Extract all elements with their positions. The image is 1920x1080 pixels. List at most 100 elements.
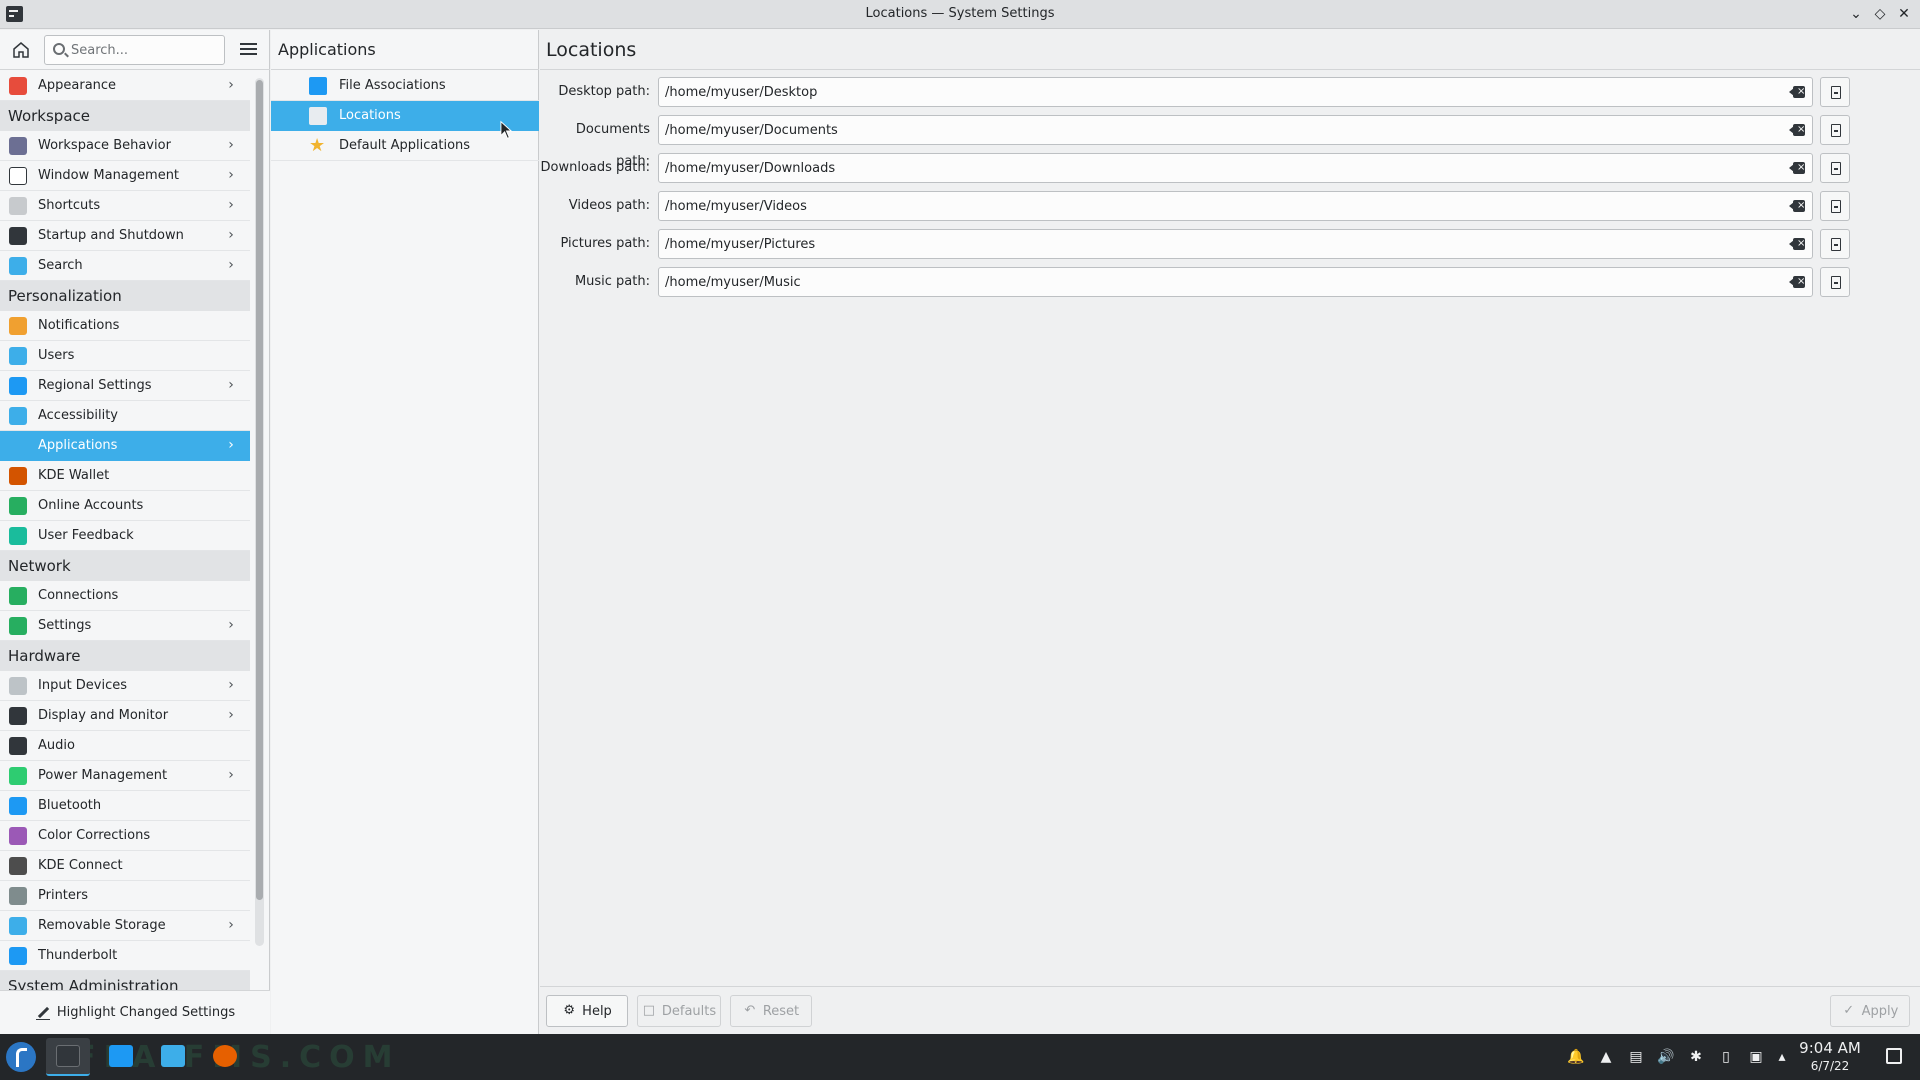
minimize-button[interactable]: ⌄ (1846, 4, 1866, 24)
sidebar-item-settings[interactable]: Settings › (0, 611, 250, 641)
pictures-path-field[interactable]: × (658, 229, 1813, 259)
clipboard-tray-icon[interactable]: ▤ (1626, 1047, 1646, 1067)
sidebar-item-label: Search (38, 258, 83, 273)
sidebar-item-printers[interactable]: Printers (0, 881, 250, 911)
chevron-right-icon: › (228, 617, 234, 633)
expand-tray-icon[interactable]: ▴ (1772, 1047, 1792, 1067)
sidebar-item-appearance[interactable]: Appearance › (0, 71, 250, 101)
subcategory-item-label: Default Applications (339, 138, 471, 153)
sidebar-item-workspace-behavior[interactable]: Workspace Behavior › (0, 131, 250, 161)
documents-path-field[interactable]: × (658, 115, 1813, 145)
sidebar-item-label: Startup and Shutdown (38, 228, 184, 243)
taskbar: LFEA-FMS.COM 🔔 ▲ ▤ 🔊 ✱ ▯ ▣ ▴ 9:04 AM 6/7… (0, 1034, 1920, 1080)
bluetooth-tray-icon[interactable]: ✱ (1686, 1047, 1706, 1067)
videos-path-input[interactable] (665, 196, 1765, 216)
videos-path-field[interactable]: × (658, 191, 1813, 221)
taskbar-firefox[interactable] (203, 1038, 247, 1076)
notifications-tray-icon[interactable]: 🔔 (1566, 1047, 1586, 1067)
battery-tray-icon[interactable]: ▯ (1716, 1047, 1736, 1067)
subcategory-item-default-applications[interactable]: ★ Default Applications (271, 131, 539, 161)
sidebar-item-notifications[interactable]: Notifications (0, 311, 250, 341)
sidebar-item-startup-and-shutdown[interactable]: Startup and Shutdown › (0, 221, 250, 251)
downloads-path-field[interactable]: × (658, 153, 1813, 183)
sidebar-item-window-management[interactable]: Window Management › (0, 161, 250, 191)
category-sidebar: Appearance›WorkspaceWorkspace Behavior›W… (0, 30, 270, 1034)
chevron-right-icon: › (228, 137, 234, 153)
clear-text-icon[interactable]: × (1789, 200, 1805, 212)
browse-documents-path-button[interactable] (1820, 115, 1850, 145)
sidebar-item-regional-settings[interactable]: Regional Settings › (0, 371, 250, 401)
highlight-changed-settings-button[interactable]: Highlight Changed Settings (0, 990, 270, 1034)
sidebar-item-label: Connections (38, 588, 119, 603)
sidebar-item-thunderbolt[interactable]: Thunderbolt (0, 941, 250, 971)
browse-music-path-button[interactable] (1820, 267, 1850, 297)
category-list: Appearance › Workspace Workspace Behavior › W… (0, 71, 250, 991)
taskbar-system-settings[interactable] (46, 1038, 90, 1076)
help-button[interactable]: ⚙ Help (546, 995, 628, 1027)
maximize-button[interactable]: ◇ (1870, 4, 1890, 24)
subcategory-list: File Associations Locations ★ Default Appli… (271, 71, 539, 161)
search-icon (53, 43, 65, 55)
music-path-field[interactable]: × (658, 267, 1813, 297)
downloads-path-input[interactable] (665, 158, 1765, 178)
application-launcher-button[interactable] (6, 1042, 36, 1072)
sidebar-item-kde-connect[interactable]: KDE Connect (0, 851, 250, 881)
network-tray-icon[interactable]: ▣ (1746, 1047, 1766, 1067)
sidebar-item-power-management[interactable]: Power Management › (0, 761, 250, 791)
close-button[interactable]: ✕ (1894, 4, 1914, 24)
volume-tray-icon[interactable]: 🔊 (1656, 1047, 1676, 1067)
pictures-path-input[interactable] (665, 234, 1765, 254)
subcategory-item-file-associations[interactable]: File Associations (271, 71, 539, 101)
sidebar-item-user-feedback[interactable]: User Feedback (0, 521, 250, 551)
updates-tray-icon[interactable]: ▲ (1596, 1047, 1616, 1067)
taskbar-konsole[interactable] (99, 1038, 143, 1076)
star-icon: ★ (309, 134, 326, 156)
taskbar-file-manager[interactable] (151, 1038, 195, 1076)
documents-path-input[interactable] (665, 120, 1765, 140)
defaults-button[interactable]: □ Defaults (637, 995, 721, 1027)
sidebar-item-users[interactable]: Users (0, 341, 250, 371)
help-label: Help (582, 1003, 612, 1019)
sidebar-item-search[interactable]: Search › (0, 251, 250, 281)
sidebar-item-bluetooth[interactable]: Bluetooth (0, 791, 250, 821)
search-input[interactable] (71, 40, 219, 60)
sidebar-item-applications[interactable]: Applications › (0, 431, 250, 461)
sidebar-item-connections[interactable]: Connections (0, 581, 250, 611)
startup-icon (9, 226, 27, 245)
sidebar-item-display-and-monitor[interactable]: Display and Monitor › (0, 701, 250, 731)
window-management-icon (9, 166, 27, 185)
applications-icon (9, 436, 27, 455)
desktop-path-field[interactable]: × (658, 77, 1813, 107)
browse-downloads-path-button[interactable] (1820, 153, 1850, 183)
sidebar-item-removable-storage[interactable]: Removable Storage › (0, 911, 250, 941)
clear-text-icon[interactable]: × (1789, 276, 1805, 288)
browse-pictures-path-button[interactable] (1820, 229, 1850, 259)
reset-button[interactable]: ↶ Reset (730, 995, 812, 1027)
reset-label: Reset (762, 1003, 800, 1019)
search-field[interactable] (44, 35, 225, 65)
subcategory-item-locations[interactable]: Locations (271, 101, 539, 131)
sidebar-item-shortcuts[interactable]: Shortcuts › (0, 191, 250, 221)
sidebar-scrollbar[interactable] (255, 78, 264, 946)
home-button[interactable] (8, 38, 34, 62)
browse-desktop-path-button[interactable] (1820, 77, 1850, 107)
show-desktop-button[interactable] (1886, 1048, 1902, 1064)
clear-text-icon[interactable]: × (1789, 162, 1805, 174)
sidebar-item-accessibility[interactable]: Accessibility (0, 401, 250, 431)
sidebar-item-color-corrections[interactable]: Color Corrections (0, 821, 250, 851)
music-path-input[interactable] (665, 272, 1765, 292)
file-associations-icon (309, 76, 327, 95)
clear-text-icon[interactable]: × (1789, 238, 1805, 250)
sidebar-item-audio[interactable]: Audio (0, 731, 250, 761)
sidebar-item-online-accounts[interactable]: Online Accounts (0, 491, 250, 521)
sidebar-item-input-devices[interactable]: Input Devices › (0, 671, 250, 701)
desktop-path-input[interactable] (665, 82, 1765, 102)
clear-text-icon[interactable]: × (1789, 86, 1805, 98)
apply-button[interactable]: ✓ Apply (1830, 995, 1910, 1027)
hamburger-menu-button[interactable] (238, 40, 260, 60)
clear-text-icon[interactable]: × (1789, 124, 1805, 136)
scrollbar-thumb[interactable] (256, 80, 263, 900)
sidebar-item-kde-wallet[interactable]: KDE Wallet (0, 461, 250, 491)
clock[interactable]: 9:04 AM 6/7/22 (1790, 1038, 1870, 1074)
browse-videos-path-button[interactable] (1820, 191, 1850, 221)
